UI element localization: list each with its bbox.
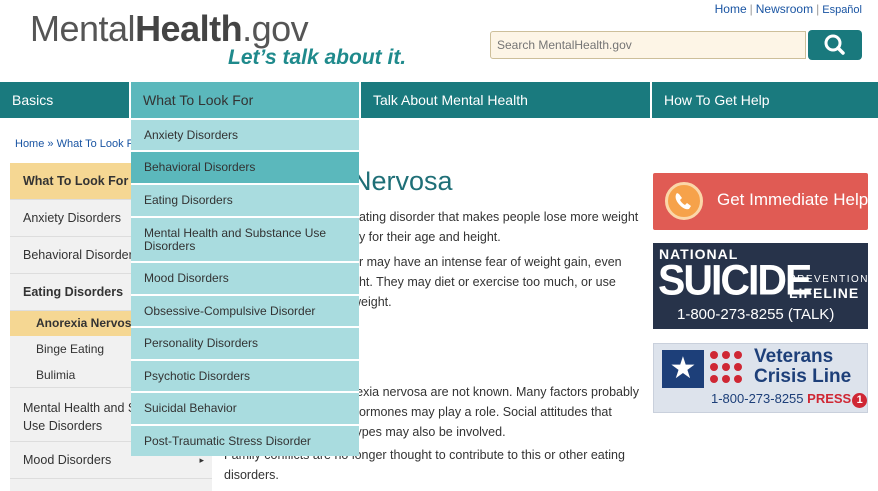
nav-how-to-get-help[interactable]: How To Get Help: [652, 82, 878, 118]
veterans-phone-number: 1-800-273-8255: [711, 391, 804, 406]
site-tagline: Let’s talk about it.: [228, 46, 407, 69]
paragraph-line: types may also be involved.: [352, 425, 506, 439]
nav-basics[interactable]: Basics: [0, 82, 130, 118]
veterans-phone: 1-800-273-8255 PRESS 1: [711, 391, 868, 408]
sidebar-item-label: Mood Disorders: [23, 453, 112, 467]
paragraph-line: hy for their age and height.: [352, 230, 501, 244]
search-button[interactable]: [808, 30, 862, 60]
phone-icon: [675, 193, 691, 210]
paragraph-line: eating disorder that makes people lose m…: [352, 210, 639, 224]
breadcrumb[interactable]: Home » What To Look Fo: [15, 138, 140, 150]
main-navigation: Basics What To Look For Talk About Menta…: [0, 82, 878, 118]
suicide-prevention-lifeline-banner[interactable]: NATIONAL SUICIDE PREVENTION LIFELINE 1-8…: [653, 243, 868, 329]
get-immediate-help-banner[interactable]: Get Immediate Help: [653, 173, 868, 230]
paragraph-line: disorders.: [224, 468, 279, 482]
content-paragraph: er may have an intense fear of weight ga…: [352, 252, 622, 312]
veterans-title-line1: Veterans: [754, 346, 834, 367]
dropdown-item-ptsd[interactable]: Post-Traumatic Stress Disorder: [131, 424, 359, 456]
press-one-badge: 1: [852, 393, 868, 408]
veterans-crisis-line-banner[interactable]: ★ Veterans Crisis Line 1-800-273-8255 PR…: [653, 343, 868, 413]
dropdown-item-eating[interactable]: Eating Disorders: [131, 183, 359, 216]
paragraph-line: er may have an intense fear of weight ga…: [352, 255, 622, 269]
veterans-press-text: PRESS: [807, 391, 852, 406]
logo-part-gov: .gov: [242, 8, 309, 49]
dropdown-item-mood[interactable]: Mood Disorders: [131, 261, 359, 294]
star-icon: ★: [662, 350, 704, 388]
dropdown-item-behavioral[interactable]: Behavioral Disorders: [131, 150, 359, 183]
page-title: Nervosa: [352, 166, 453, 196]
veterans-title-line2: Crisis Line: [754, 366, 852, 387]
search-icon: [824, 34, 845, 55]
logo-part-health: Health: [135, 8, 243, 49]
dropdown-item-suicidal[interactable]: Suicidal Behavior: [131, 391, 359, 424]
paragraph-line: hormones may play a role. Social attitud…: [352, 405, 612, 419]
lifeline-suicide-text: SUICIDE: [658, 255, 812, 305]
dropdown-item-mental-health-substance-use[interactable]: Mental Health and Substance Use Disorder…: [131, 216, 359, 261]
paragraph-line: ght. They may diet or exercise too much,…: [352, 275, 616, 289]
dropdown-item-psychotic[interactable]: Psychotic Disorders: [131, 359, 359, 391]
logo-part-mental: Mental: [30, 8, 136, 49]
phone-24-icon: [665, 182, 703, 220]
espanol-link[interactable]: Español: [822, 4, 862, 16]
paragraph-line: weight.: [352, 295, 392, 309]
link-separator: |: [816, 2, 820, 16]
newsroom-link[interactable]: Newsroom: [756, 2, 813, 16]
lifeline-phone: 1-800-273-8255 (TALK): [677, 306, 835, 323]
get-immediate-help-label: Get Immediate Help: [717, 190, 869, 209]
nav-what-to-look-for[interactable]: What To Look For: [131, 82, 359, 118]
utility-links: Home | Newsroom | Español: [715, 2, 862, 16]
dropdown-item-anxiety[interactable]: Anxiety Disorders: [131, 118, 359, 150]
nav-talk-about-mental-health[interactable]: Talk About Mental Health: [361, 82, 649, 118]
search-input[interactable]: [490, 31, 806, 59]
lifeline-lifeline-text: LIFELINE: [789, 285, 860, 301]
site-logo[interactable]: MentalHealth.gov: [30, 8, 309, 50]
home-link[interactable]: Home: [715, 2, 747, 16]
content-paragraph: eating disorder that makes people lose m…: [352, 207, 638, 247]
dots-grid-icon: [710, 351, 744, 385]
dropdown-item-ocd[interactable]: Obsessive-Compulsive Disorder: [131, 294, 359, 326]
lifeline-prevention-text: PREVENTION: [789, 274, 870, 285]
link-separator: |: [749, 2, 753, 16]
dropdown-item-personality[interactable]: Personality Disorders: [131, 326, 359, 359]
content-paragraph: rexia nervosa are not known. Many factor…: [352, 382, 639, 442]
paragraph-line: rexia nervosa are not known. Many factor…: [352, 385, 639, 399]
